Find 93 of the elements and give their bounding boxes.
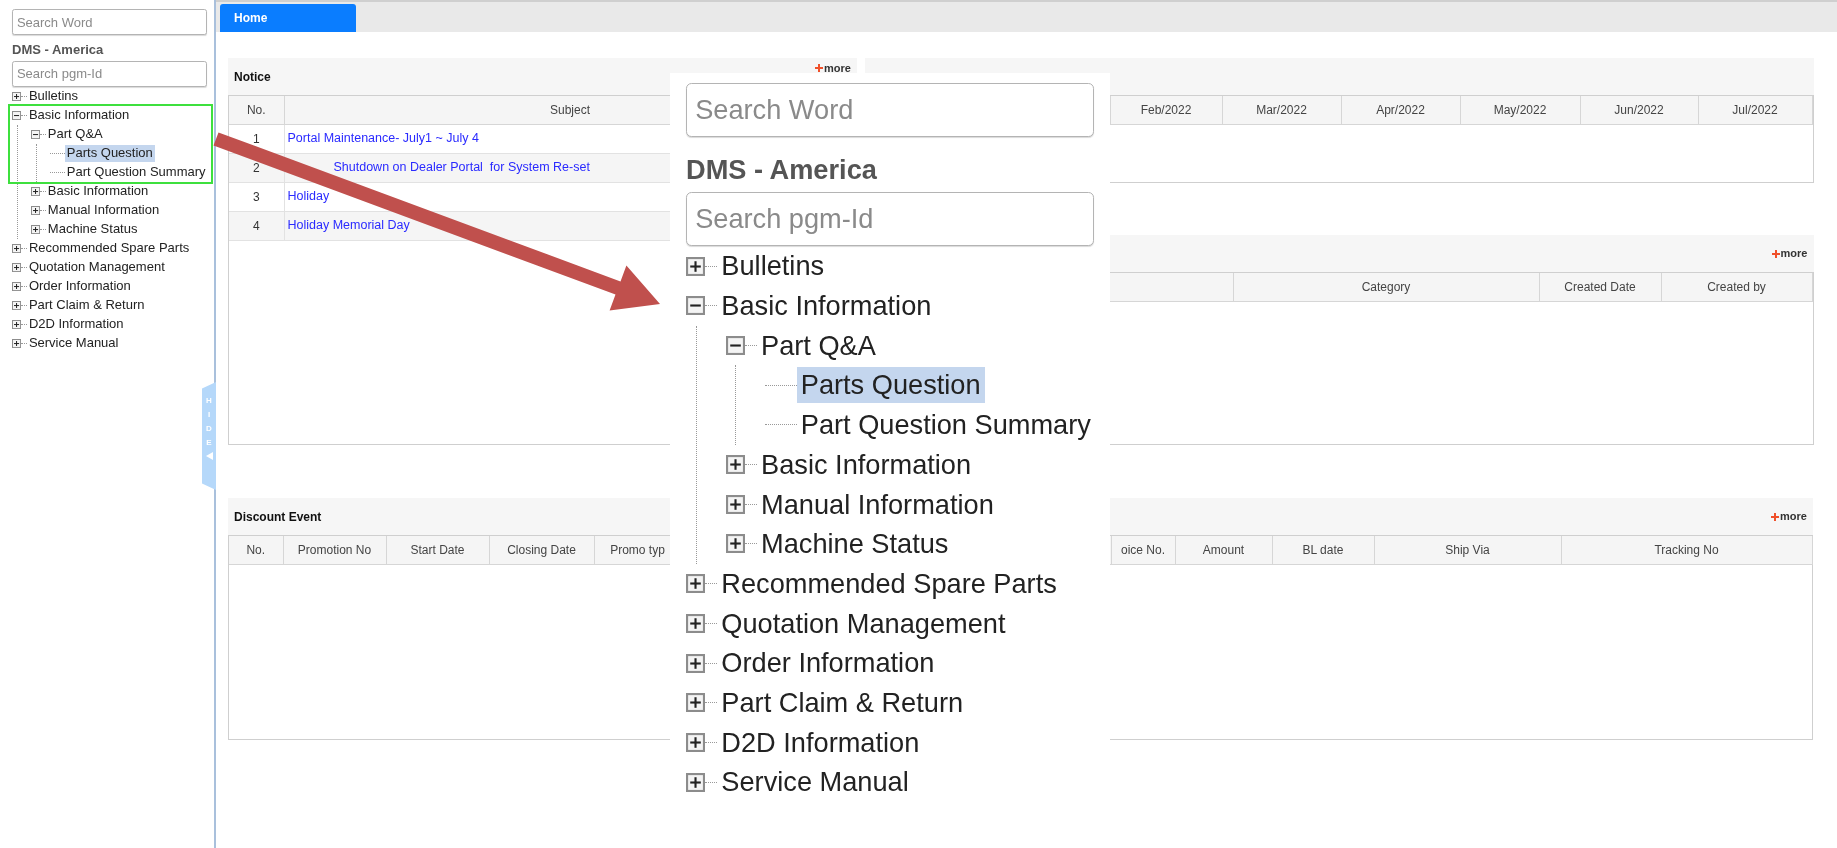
notice-link[interactable]: Shutdown on Dealer Portal for System Re-set xyxy=(333,158,590,177)
tree-item[interactable]: Machine Status xyxy=(756,526,953,562)
plus-icon xyxy=(1771,249,1780,258)
tree-item[interactable]: Part Claim & Return xyxy=(717,685,968,721)
expand-icon[interactable] xyxy=(686,574,706,594)
expand-icon[interactable] xyxy=(686,256,706,276)
tree-item[interactable]: Machine Status xyxy=(45,220,140,238)
expand-icon[interactable] xyxy=(12,91,22,101)
tree-item[interactable]: Basic Information xyxy=(26,107,132,124)
collapse-icon[interactable] xyxy=(686,296,706,316)
collapse-icon[interactable] xyxy=(725,335,745,355)
column-header: Ship Via xyxy=(1374,536,1561,564)
tree-item[interactable]: Parts Question xyxy=(796,367,985,403)
expand-icon[interactable] xyxy=(725,534,745,554)
panel-title: Notice xyxy=(234,68,271,86)
tree-item[interactable]: Order Information xyxy=(26,277,133,295)
plus-icon xyxy=(815,64,824,73)
expand-icon[interactable] xyxy=(12,243,22,253)
tree-item[interactable]: Part Question Summary xyxy=(64,163,208,181)
expand-icon[interactable] xyxy=(686,693,706,713)
column-header: Feb/2022 xyxy=(1110,96,1222,124)
search-field[interactable]: Search Word xyxy=(686,83,1094,138)
panel-title: Discount Event xyxy=(234,508,322,526)
more-link[interactable]: more xyxy=(1780,508,1807,525)
search-field[interactable]: Search pgm-Id xyxy=(686,191,1094,247)
tree-item[interactable]: Manual Information xyxy=(45,201,162,219)
collapse-icon[interactable] xyxy=(30,129,41,139)
tree-item[interactable]: D2D Information xyxy=(26,315,126,333)
column-header: No. xyxy=(229,96,284,124)
expand-icon[interactable] xyxy=(30,186,41,196)
expand-icon[interactable] xyxy=(725,494,745,514)
expand-icon[interactable] xyxy=(12,262,22,272)
table-cell: 3 xyxy=(229,182,284,211)
search-field[interactable]: Search pgm-Id xyxy=(12,61,207,87)
column-header: BL date xyxy=(1272,536,1374,564)
table-cell: 4 xyxy=(229,211,284,240)
more-link[interactable]: more xyxy=(1780,245,1808,262)
column-header: Jun/2022 xyxy=(1580,96,1698,124)
tree-item[interactable]: Part Claim & Return xyxy=(26,296,147,314)
tree-item[interactable]: Order Information xyxy=(717,645,939,681)
column-header: Tracking No xyxy=(1561,536,1812,564)
column-header: Promotion No xyxy=(283,536,386,564)
tree-item[interactable]: Part Question Summary xyxy=(796,407,1095,443)
expand-icon[interactable] xyxy=(686,732,706,752)
expand-icon[interactable] xyxy=(686,613,706,633)
column-header: No. xyxy=(229,536,283,564)
tree-item[interactable]: Quotation Management xyxy=(717,605,1010,642)
expand-icon[interactable] xyxy=(12,319,22,329)
more-link[interactable]: more xyxy=(824,60,851,77)
column-header: May/2022 xyxy=(1460,96,1580,124)
notice-link[interactable]: Holiday Memorial Day xyxy=(287,216,410,235)
column-header: Start Date xyxy=(386,536,489,564)
column-header: Amount xyxy=(1175,536,1272,564)
expand-icon[interactable] xyxy=(686,772,706,792)
search-field[interactable]: Search Word xyxy=(12,9,207,35)
notice-link[interactable]: Portal Maintenance- July1 ~ July 4 xyxy=(287,129,479,148)
tree-item[interactable]: Manual Information xyxy=(756,486,998,522)
notice-link[interactable]: Holiday xyxy=(287,187,330,206)
expand-icon[interactable] xyxy=(12,300,22,310)
tree-item[interactable]: Quotation Management xyxy=(26,258,167,276)
tree-item[interactable]: Recommended Spare Parts xyxy=(26,239,192,257)
tree-item[interactable]: Part Q&A xyxy=(45,125,105,143)
collapse-icon[interactable] xyxy=(12,110,22,120)
tree-item[interactable]: Bulletins xyxy=(717,248,829,284)
tab[interactable]: Home xyxy=(220,4,356,32)
column-header: Category xyxy=(1233,273,1539,301)
left-triangle-icon xyxy=(205,452,213,460)
tree-item[interactable]: Basic Information xyxy=(756,446,976,483)
column-header: oice No. xyxy=(1111,536,1175,564)
tree-item[interactable]: D2D Information xyxy=(717,724,924,761)
column-header: Created Date xyxy=(1539,273,1661,301)
site-title: DMS - America xyxy=(686,153,878,188)
expand-icon[interactable] xyxy=(12,338,22,348)
tree-item[interactable]: Service Manual xyxy=(717,764,913,800)
column-header: Jul/2022 xyxy=(1698,96,1812,124)
expand-icon[interactable] xyxy=(30,205,41,215)
site-title: DMS - America xyxy=(12,41,105,60)
tree-item[interactable]: Part Q&A xyxy=(756,327,880,364)
expand-icon[interactable] xyxy=(30,224,41,234)
tree-item[interactable]: Service Manual xyxy=(26,334,121,352)
tree-item[interactable]: Basic Information xyxy=(717,288,936,324)
column-header: Mar/2022 xyxy=(1222,96,1341,124)
tree-item[interactable]: Parts Question xyxy=(64,144,155,162)
column-header: Apr/2022 xyxy=(1341,96,1460,124)
plus-icon xyxy=(1771,512,1780,521)
expand-icon[interactable] xyxy=(686,653,706,673)
column-header: Closing Date xyxy=(489,536,594,564)
tree-item[interactable]: Recommended Spare Parts xyxy=(717,565,1061,602)
tree-item[interactable]: Basic Information xyxy=(45,182,151,200)
tree-item[interactable]: Bulletins xyxy=(26,88,80,105)
column-header: Created by xyxy=(1661,273,1812,301)
expand-icon[interactable] xyxy=(12,281,22,291)
expand-icon[interactable] xyxy=(725,455,745,475)
